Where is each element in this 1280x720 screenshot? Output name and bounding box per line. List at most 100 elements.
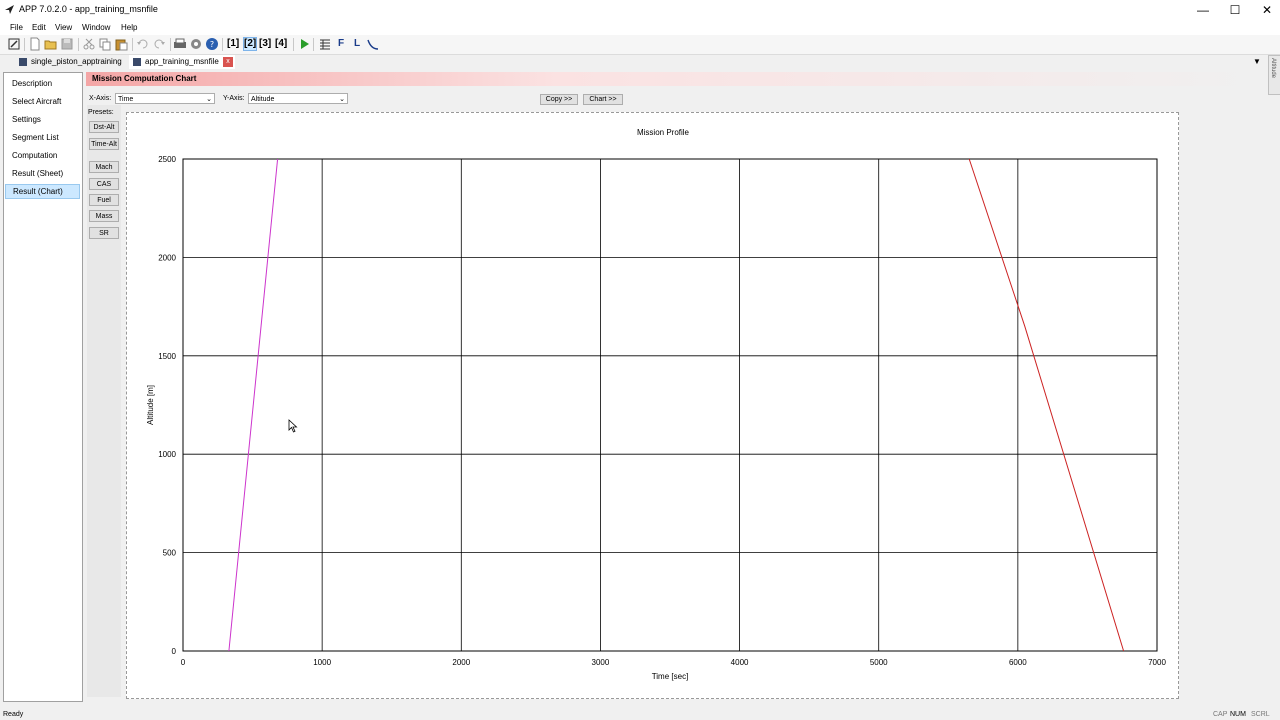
x-axis-value: Time	[118, 96, 134, 103]
y-axis-title: Altitude [m]	[146, 385, 155, 425]
view4-icon[interactable]: [4]	[275, 38, 287, 50]
sidebar-item-description[interactable]: Description	[5, 77, 80, 91]
y-tick-label: 1000	[158, 450, 176, 459]
save-icon[interactable]	[60, 37, 74, 51]
y-tick-label: 1500	[158, 352, 176, 361]
scroll-indicator: SCRL	[1251, 711, 1270, 718]
app-logo-icon	[5, 5, 14, 14]
caps-indicator: CAP	[1213, 711, 1228, 718]
x-tick-label: 2000	[452, 658, 470, 667]
copy-icon[interactable]	[98, 37, 112, 51]
curve-icon[interactable]	[366, 37, 380, 51]
preset-dst-alt-button[interactable]: Dst-Alt	[89, 121, 119, 133]
menu-file[interactable]: File	[10, 23, 23, 32]
chart-area: Mission Profile 0 1000 2000 3000 4000 5000 6000…	[126, 112, 1179, 699]
sidebar-item-result-sheet[interactable]: Result (Sheet)	[5, 167, 80, 181]
menu-edit[interactable]: Edit	[32, 23, 46, 32]
status-text: Ready	[3, 711, 24, 718]
run-icon[interactable]	[297, 37, 311, 51]
y-tick-label: 500	[163, 549, 177, 558]
redo-icon[interactable]	[152, 37, 166, 51]
mouse-cursor-icon	[288, 419, 298, 433]
right-strip-label: Altitude	[1270, 58, 1276, 79]
tab-close-button[interactable]: x	[223, 57, 233, 67]
presets-label: Presets:	[88, 109, 114, 116]
x-tick-label: 0	[181, 658, 186, 667]
y-axis-select[interactable]: Altitude ⌄	[248, 93, 348, 104]
mission-profile-chart: Mission Profile0 1000 2000 3000 4000 5000 6000…	[146, 128, 1166, 681]
menu-window[interactable]: Window	[82, 23, 110, 32]
x-tick-label: 1000	[313, 658, 331, 667]
chevron-down-icon: ⌄	[339, 96, 345, 103]
tab-label: single_piston_apptraining	[31, 57, 122, 66]
series-line-0	[228, 158, 279, 652]
document-icon	[133, 58, 141, 66]
preset-sr-button[interactable]: SR	[89, 227, 119, 239]
print-icon[interactable]	[173, 37, 187, 51]
y-tick-label: 2000	[158, 253, 176, 262]
series-line-1	[968, 158, 1125, 652]
f-icon[interactable]: F	[338, 38, 344, 50]
menu-bar: File Edit View Window Help	[0, 20, 1280, 35]
x-axis-select[interactable]: Time ⌄	[115, 93, 215, 104]
y-axis-value: Altitude	[251, 96, 275, 103]
tab-label: app_training_msnfile	[145, 57, 219, 66]
copy-button[interactable]: Copy >>	[540, 94, 578, 105]
view1-icon[interactable]: [1]	[227, 38, 239, 50]
new-icon[interactable]	[28, 37, 42, 51]
paste-icon[interactable]	[114, 37, 128, 51]
sidebar-item-computation[interactable]: Computation	[5, 149, 80, 163]
sidebar-item-result-chart[interactable]: Result (Chart)	[5, 184, 80, 199]
open-icon[interactable]	[44, 37, 58, 51]
panel-header: Mission Computation Chart	[86, 72, 1262, 86]
preset-mach-button[interactable]: Mach	[89, 161, 119, 173]
x-axis-title: Time [sec]	[652, 672, 689, 681]
x-axis-label: X-Axis:	[89, 95, 112, 102]
plot-frame	[182, 158, 1158, 652]
x-tick-label: 7000	[1148, 658, 1166, 667]
title-bar: APP 7.0.2.0 - app_training_msnfile — ☐ ✕	[0, 0, 1280, 20]
help-icon[interactable]: ?	[205, 37, 219, 51]
sidebar-item-settings[interactable]: Settings	[5, 113, 80, 127]
y-tick-label: 0	[172, 647, 177, 656]
svg-text:?: ?	[210, 40, 214, 49]
toolbar: ? [1] [2] [3] [4] F L	[0, 35, 1280, 55]
y-axis-label: Y-Axis:	[223, 95, 245, 102]
preset-mass-button[interactable]: Mass	[89, 210, 119, 222]
num-indicator: NUM	[1230, 711, 1246, 718]
view2-icon[interactable]: [2]	[243, 37, 258, 51]
preset-fuel-button[interactable]: Fuel	[89, 194, 119, 206]
cut-icon[interactable]	[82, 37, 96, 51]
settings-icon[interactable]	[189, 37, 203, 51]
tabs-dropdown-icon[interactable]: ▼	[1253, 57, 1261, 66]
panel-title: Mission Computation Chart	[92, 74, 197, 83]
tab-app-training-msnfile[interactable]: app_training_msnfile x	[129, 55, 235, 69]
document-icon	[19, 58, 27, 66]
x-tick-label: 4000	[731, 658, 749, 667]
view3-icon[interactable]: [3]	[259, 38, 271, 50]
sidebar: Description Select Aircraft Settings Seg…	[3, 72, 83, 702]
window-title: APP 7.0.2.0 - app_training_msnfile	[19, 4, 158, 14]
minimize-button[interactable]: —	[1187, 0, 1219, 20]
close-window-button[interactable]: ✕	[1251, 0, 1280, 20]
y-tick-label: 2500	[158, 155, 176, 164]
tab-single-piston[interactable]: single_piston_apptraining	[19, 55, 123, 69]
menu-view[interactable]: View	[55, 23, 72, 32]
x-tick-label: 6000	[1009, 658, 1027, 667]
edit-icon[interactable]	[7, 37, 21, 51]
chart-button[interactable]: Chart >>	[583, 94, 623, 105]
sidebar-item-select-aircraft[interactable]: Select Aircraft	[5, 95, 80, 109]
status-bar: Ready CAP NUM SCRL	[0, 708, 1280, 720]
maximize-button[interactable]: ☐	[1219, 0, 1251, 20]
x-tick-label: 3000	[592, 658, 610, 667]
x-tick-label: 5000	[870, 658, 888, 667]
chevron-down-icon: ⌄	[206, 96, 212, 103]
chart-title: Mission Profile	[637, 128, 690, 137]
menu-help[interactable]: Help	[121, 23, 137, 32]
table-icon[interactable]	[318, 37, 332, 51]
undo-icon[interactable]	[136, 37, 150, 51]
l-icon[interactable]: L	[354, 38, 360, 50]
preset-time-alt-button[interactable]: Time-Alt	[89, 138, 119, 150]
sidebar-item-segment-list[interactable]: Segment List	[5, 131, 80, 145]
preset-cas-button[interactable]: CAS	[89, 178, 119, 190]
